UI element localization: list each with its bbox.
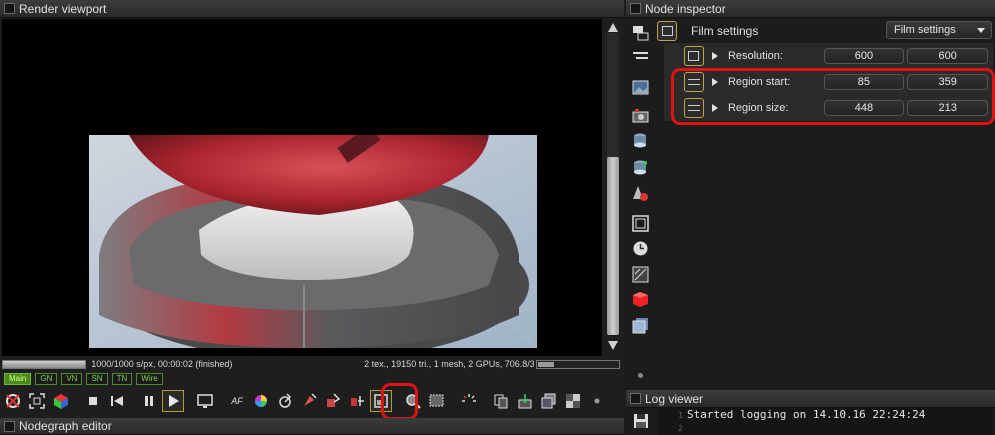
inspector-node-header: Film settings Film settings [657, 20, 992, 42]
panel-toggle-icon[interactable] [630, 393, 641, 404]
dropdown-value: Film settings [894, 24, 956, 36]
render-canvas[interactable] [2, 19, 602, 356]
render-viewport-title: Render viewport [19, 1, 107, 16]
camera-icon[interactable] [632, 107, 649, 124]
restart-icon[interactable] [106, 390, 128, 412]
list-icon[interactable] [632, 47, 649, 64]
texture-icon[interactable] [632, 266, 649, 283]
log-text-area[interactable]: 1 Started logging on 14.10.16 22:24:24 2 [657, 408, 993, 435]
monitor-icon[interactable] [194, 390, 216, 412]
chevron-down-icon [977, 28, 985, 33]
resolution-x-field[interactable]: 600 [823, 48, 905, 64]
log-line: 1 Started logging on 14.10.16 22:24:24 [657, 408, 993, 421]
scene-stats: 2 tex., 19150 tri., 1 mesh, 2 GPUs, 706.… [364, 359, 534, 369]
log-viewer-title: Log viewer [645, 391, 704, 406]
panel-toggle-icon[interactable] [4, 3, 15, 14]
layers-icon[interactable] [632, 25, 649, 42]
param-label: Resolution: [727, 50, 783, 62]
toolbar-separator [450, 390, 456, 412]
export-icon[interactable] [514, 390, 536, 412]
resolution-y-field[interactable]: 600 [907, 48, 988, 64]
af-label: AF [231, 396, 243, 406]
line-number: 2 [678, 424, 683, 433]
pause-icon[interactable] [138, 390, 160, 412]
scroll-down-icon[interactable] [608, 341, 618, 350]
param-row-resolution: Resolution: 600 600 [684, 45, 991, 67]
blue-cube-icon[interactable] [632, 317, 649, 334]
nodegraph-editor-titlebar: Nodegraph editor [0, 418, 624, 435]
panel-toggle-icon[interactable] [630, 3, 641, 14]
kernel-tab-gn[interactable]: GN [35, 373, 58, 385]
rendered-image [89, 135, 537, 348]
render-viewport-titlebar: Render viewport [0, 0, 624, 18]
render-progress-bar [2, 359, 87, 369]
kernel-tab-wire[interactable]: Wire [136, 373, 163, 385]
annotation-highlight-region [671, 68, 995, 125]
scroll-thumb[interactable] [607, 157, 619, 335]
log-line-text: Started logging on 14.10.16 22:24:24 [687, 408, 926, 421]
kernel-tab-tn[interactable]: TN [111, 373, 133, 385]
camera-target-icon[interactable] [346, 390, 368, 412]
copy-icon[interactable] [490, 390, 512, 412]
material-picker-icon[interactable] [298, 390, 320, 412]
line-number: 1 [678, 411, 683, 420]
dot-icon[interactable] [632, 367, 649, 384]
scroll-up-icon[interactable] [608, 23, 618, 32]
region-select-icon[interactable] [426, 390, 448, 412]
panel-toggle-icon[interactable] [4, 420, 15, 432]
kernel-tabs: Main GN VN SN TN Wire [4, 373, 163, 386]
object-picker-icon[interactable] [322, 390, 344, 412]
checker-icon[interactable] [562, 390, 584, 412]
red-cube-icon[interactable] [632, 291, 649, 308]
render-image-svg [89, 135, 537, 348]
render-toolbar: AF [2, 388, 622, 414]
kernel-tab-vn[interactable]: VN [61, 373, 83, 385]
log-line: 2 [657, 421, 993, 434]
toolbar-separator [482, 390, 488, 412]
expand-arrow-icon[interactable] [711, 52, 718, 60]
stack-icon[interactable] [538, 390, 560, 412]
resolution-node-icon[interactable] [684, 46, 704, 66]
kernel-tab-main[interactable]: Main [4, 373, 32, 385]
image-icon[interactable] [632, 79, 649, 96]
play-icon[interactable] [162, 390, 184, 412]
color-cube-icon[interactable] [50, 390, 72, 412]
render-samples-status: 1000/1000 s/px, 00:00:02 (finished) [91, 359, 233, 369]
fit-icon[interactable] [26, 390, 48, 412]
memory-usage-bar [535, 359, 620, 369]
viewport-vertical-scrollbar[interactable] [604, 19, 622, 356]
film-settings-dropdown[interactable]: Film settings [886, 21, 992, 39]
node-inspector-title: Node inspector [645, 1, 726, 16]
recenter-icon[interactable] [2, 390, 24, 412]
color-wheel-icon[interactable] [250, 390, 272, 412]
shapes-icon[interactable] [632, 185, 649, 202]
log-viewer-titlebar: Log viewer [626, 390, 995, 408]
toolbar-separator [130, 390, 136, 412]
node-inspector-titlebar: Node inspector [626, 0, 995, 18]
node-name: Film settings [691, 24, 759, 38]
render-status-row: 1000/1000 s/px, 00:00:02 (finished) 2 te… [2, 357, 620, 371]
nodegraph-title: Nodegraph editor [19, 419, 112, 433]
dot-icon[interactable] [586, 390, 608, 412]
stop-icon[interactable] [82, 390, 104, 412]
kernel-tab-sn[interactable]: SN [86, 373, 108, 385]
clock-icon[interactable] [632, 240, 649, 257]
inspector-sidebar [626, 19, 655, 389]
toolbar-separator [74, 390, 80, 412]
database-icon[interactable] [632, 132, 649, 149]
picker-icon[interactable] [274, 390, 296, 412]
toolbar-separator [186, 390, 192, 412]
toolbar-separator [218, 390, 224, 412]
af-icon[interactable]: AF [226, 390, 248, 412]
film-settings-node-icon[interactable] [657, 21, 677, 41]
film-icon[interactable] [632, 215, 649, 232]
save-icon[interactable] [633, 413, 649, 429]
annotation-highlight-toolbar [381, 383, 418, 420]
spinner-icon[interactable] [458, 390, 480, 412]
database-alt-icon[interactable] [632, 159, 649, 176]
